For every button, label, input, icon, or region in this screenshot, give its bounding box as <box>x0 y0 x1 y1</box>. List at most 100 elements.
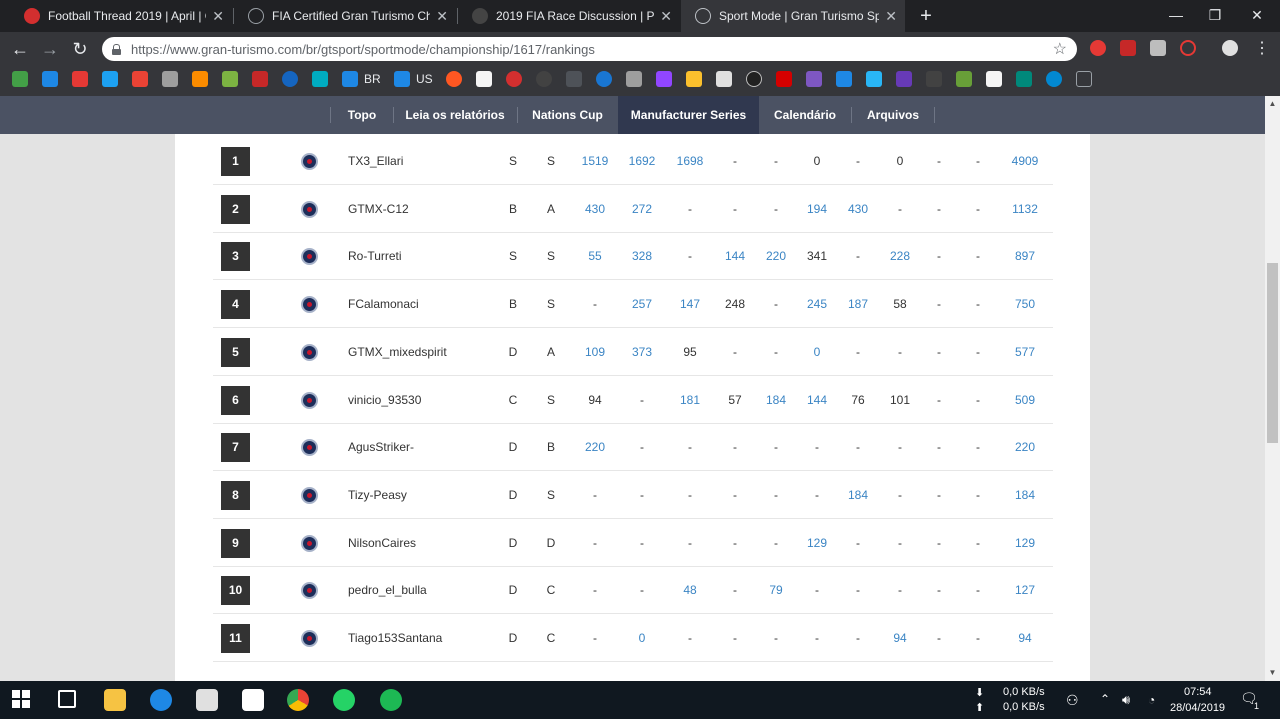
new-tab-button[interactable]: + <box>915 5 937 27</box>
bookmark-icon[interactable] <box>1016 71 1032 87</box>
bookmark-icon[interactable] <box>926 71 942 87</box>
bookmark-icon[interactable] <box>686 71 702 87</box>
extension-icon[interactable] <box>1150 40 1166 56</box>
twitter-icon[interactable] <box>102 71 118 87</box>
address-bar[interactable]: https://www.gran-turismo.com/br/gtsport/… <box>102 37 1077 61</box>
spotify-icon[interactable] <box>380 689 402 711</box>
driver-name[interactable]: GTMX-C12 <box>348 185 498 233</box>
round-score: - <box>937 631 941 645</box>
file-explorer-icon[interactable] <box>104 689 126 711</box>
bookmark-icon[interactable] <box>12 71 28 87</box>
browser-tab[interactable]: Football Thread 2019 | April | Cro ✕ <box>10 0 232 32</box>
nav-manufacturer-series[interactable]: Manufacturer Series <box>618 96 759 134</box>
round-score: 144 <box>806 392 828 407</box>
reddit-icon[interactable] <box>446 71 462 87</box>
whatsapp-icon[interactable] <box>333 689 355 711</box>
bookmark-label[interactable]: BR <box>364 72 381 86</box>
bookmark-icon[interactable] <box>42 71 58 87</box>
driver-name[interactable]: Tizy-Peasy <box>348 471 498 519</box>
gmail-icon[interactable] <box>132 71 148 87</box>
profile-avatar-icon[interactable] <box>1222 40 1238 56</box>
bookmark-icon[interactable] <box>866 71 882 87</box>
mail-icon[interactable] <box>242 689 264 711</box>
nav-nations-cup[interactable]: Nations Cup <box>518 96 617 134</box>
windows-start-icon[interactable] <box>12 690 30 708</box>
bookmark-icon[interactable] <box>626 71 642 87</box>
total-points: 897 <box>1014 249 1036 264</box>
people-icon[interactable]: ⚇ <box>1066 692 1079 709</box>
close-tab-icon[interactable]: ✕ <box>885 8 897 25</box>
youtube-icon[interactable] <box>72 71 88 87</box>
page-icon[interactable] <box>476 71 492 87</box>
clock-date[interactable]: 28/04/2019 <box>1170 702 1225 714</box>
bookmark-icon[interactable] <box>342 71 358 87</box>
driver-name[interactable]: pedro_el_bulla <box>348 566 498 614</box>
scrollbar-thumb[interactable] <box>1267 263 1278 443</box>
bookmark-icon[interactable] <box>806 71 822 87</box>
store-icon[interactable] <box>196 689 218 711</box>
chevron-up-icon[interactable]: ⌃ <box>1100 692 1110 706</box>
bookmark-icon[interactable] <box>896 71 912 87</box>
close-tab-icon[interactable]: ✕ <box>660 8 672 25</box>
edge-icon[interactable] <box>150 689 172 711</box>
volume-icon[interactable]: 🔊︎ <box>1122 692 1130 708</box>
sportsmanship-rating: B <box>546 440 555 455</box>
bookmark-icon[interactable] <box>162 71 178 87</box>
bookmark-icon[interactable] <box>536 71 552 87</box>
nav-reports[interactable]: Leia os relatórios <box>394 96 516 134</box>
bookmark-icon[interactable] <box>192 71 208 87</box>
driver-name[interactable]: NilsonCaires <box>348 519 498 567</box>
clock-time[interactable]: 07:54 <box>1184 686 1212 698</box>
bookmark-icon[interactable] <box>506 71 522 87</box>
block-extension-icon[interactable] <box>1180 40 1196 56</box>
bookmark-icon[interactable] <box>222 71 238 87</box>
bookmark-icon[interactable] <box>596 71 612 87</box>
bookmark-icon[interactable] <box>716 71 732 87</box>
nav-archives[interactable]: Arquivos <box>852 96 934 134</box>
page-icon[interactable] <box>986 71 1002 87</box>
task-view-icon[interactable] <box>58 690 76 708</box>
scroll-up-icon[interactable]: ▲ <box>1265 97 1280 111</box>
driver-name[interactable]: GTMX_mixedspirit <box>348 328 498 376</box>
pdf-extension-icon[interactable] <box>1120 40 1136 56</box>
bookmark-icon[interactable] <box>836 71 852 87</box>
close-tab-icon[interactable]: ✕ <box>436 8 448 25</box>
driver-name[interactable]: Ro-Turreti <box>348 232 498 280</box>
bookmark-icon[interactable] <box>566 71 582 87</box>
close-window-icon[interactable]: ✕ <box>1234 0 1280 32</box>
driver-name[interactable]: FCalamonaci <box>348 280 498 328</box>
bookmark-icon[interactable] <box>1076 71 1092 87</box>
reload-icon[interactable]: ↻ <box>68 37 92 61</box>
bookmark-icon[interactable] <box>956 71 972 87</box>
bookmark-icon[interactable] <box>394 71 410 87</box>
bookmark-icon[interactable] <box>282 71 298 87</box>
twitch-icon[interactable] <box>656 71 672 87</box>
total-points: 220 <box>1014 440 1036 455</box>
bookmark-icon[interactable] <box>312 71 328 87</box>
bookmark-icon[interactable] <box>252 71 268 87</box>
driver-name[interactable]: vinicio_93530 <box>348 376 498 424</box>
scroll-down-icon[interactable]: ▼ <box>1265 666 1280 680</box>
nav-calendar[interactable]: Calendário <box>760 96 850 134</box>
bookmark-icon[interactable] <box>746 71 762 87</box>
wifi-icon[interactable]: ◔ <box>1148 693 1155 707</box>
driver-name[interactable]: AgusStriker- <box>348 423 498 471</box>
forward-arrow-icon[interactable]: → <box>38 37 62 61</box>
close-tab-icon[interactable]: ✕ <box>212 8 224 25</box>
menu-kebab-icon[interactable]: ⋮ <box>1250 37 1274 61</box>
driver-name[interactable]: TX3_Ellari <box>348 137 498 185</box>
bookmark-icon[interactable] <box>1046 71 1062 87</box>
extension-icon[interactable] <box>1090 40 1106 56</box>
restore-icon[interactable]: ❐ <box>1192 0 1238 32</box>
browser-tab[interactable]: FIA Certified Gran Turismo Cham ✕ <box>234 0 456 32</box>
browser-tab-active[interactable]: Sport Mode | Gran Turismo Sport ✕ <box>681 0 905 32</box>
round-score: 248 <box>724 297 746 312</box>
bookmark-label[interactable]: US <box>416 72 433 86</box>
browser-tab[interactable]: 2019 FIA Race Discussion | Page ✕ <box>458 0 680 32</box>
bookmark-icon[interactable] <box>776 71 792 87</box>
back-arrow-icon[interactable]: ← <box>8 37 32 61</box>
bookmark-star-icon[interactable]: ☆ <box>1053 39 1067 59</box>
driver-name[interactable]: Tiago153Santana <box>348 614 498 662</box>
chrome-icon[interactable] <box>287 689 309 711</box>
nav-topo[interactable]: Topo <box>331 96 393 134</box>
